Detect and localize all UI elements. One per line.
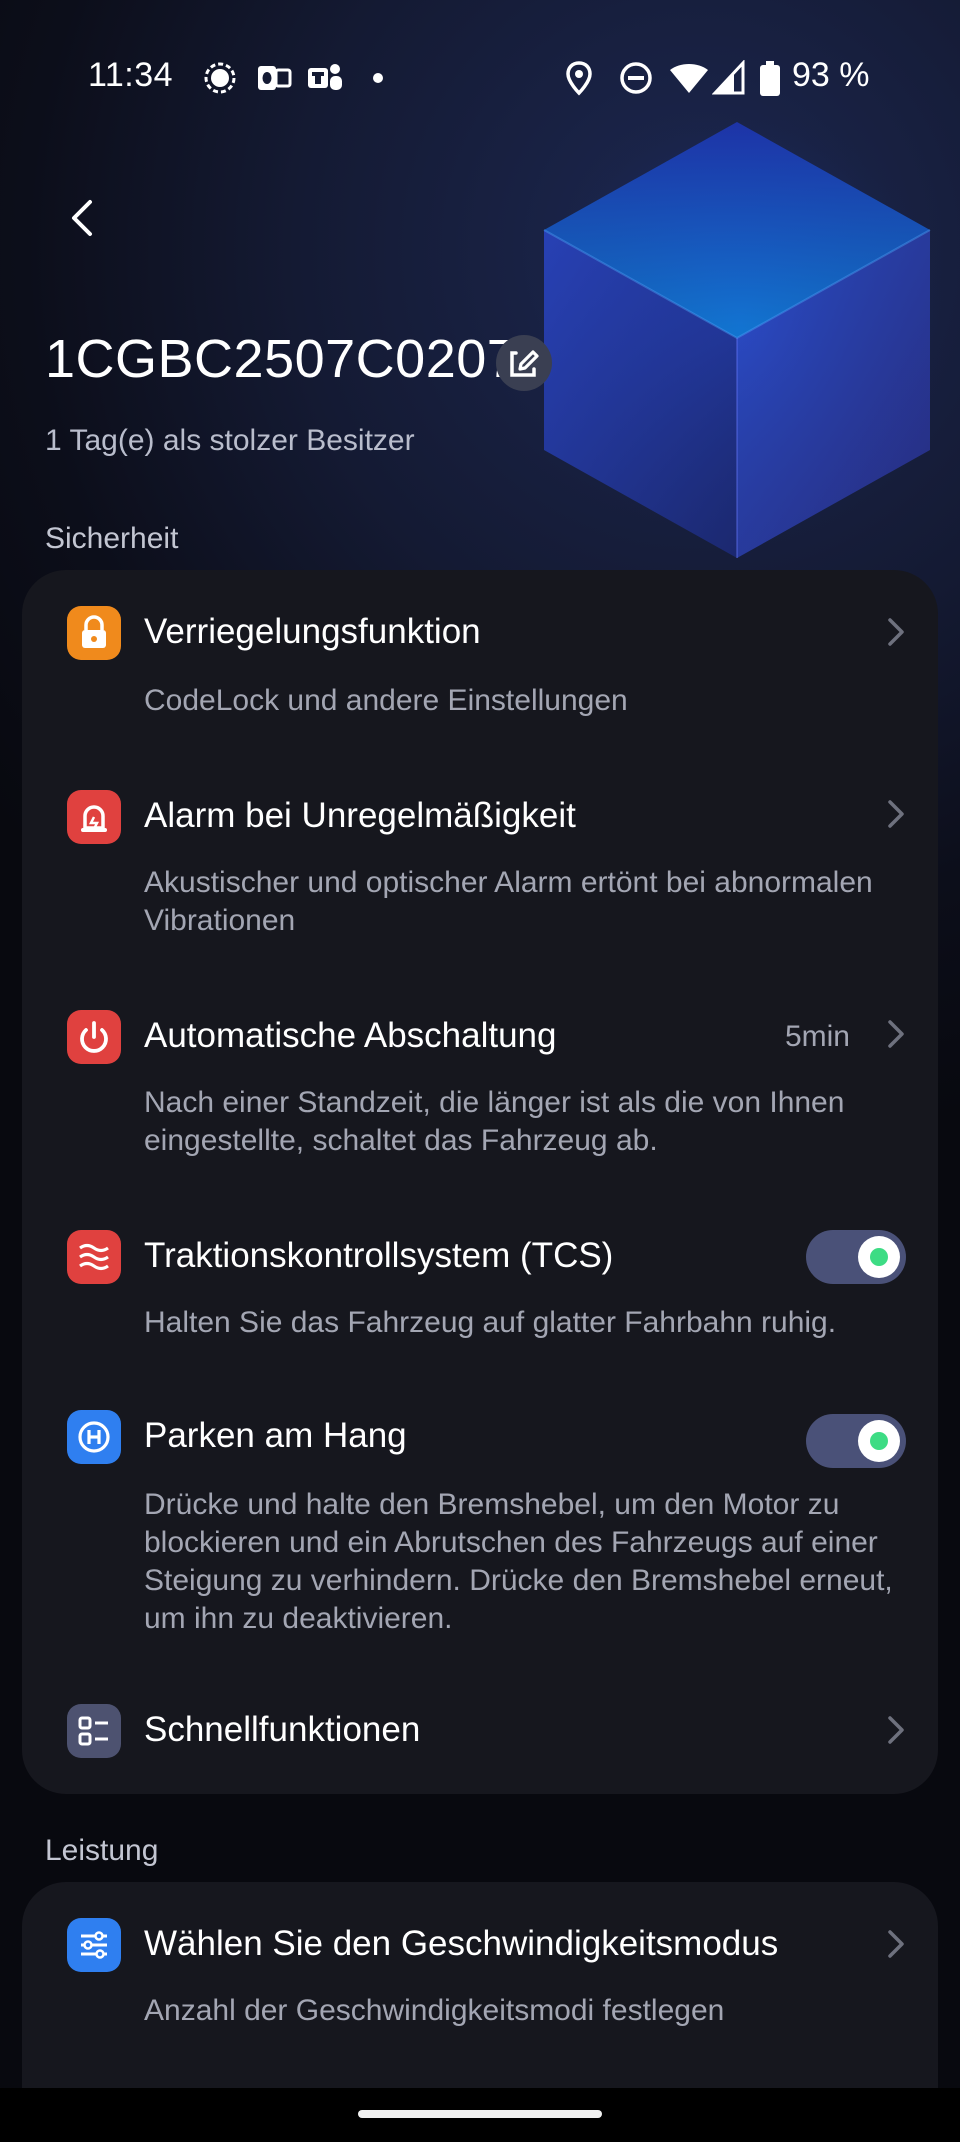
item-hill-hold: Parken am Hang Drücke und halte den Brem… xyxy=(22,1370,938,1660)
teams-icon xyxy=(308,64,342,90)
chevron-right-icon xyxy=(888,618,904,646)
toggle-knob xyxy=(858,1420,900,1462)
wifi-icon xyxy=(670,64,708,93)
do-not-disturb-icon xyxy=(620,62,652,94)
item-traction-control: Traktionskontrollsystem (TCS) Halten Sie… xyxy=(22,1190,938,1370)
cell-signal-icon xyxy=(712,60,745,95)
alarm-icon xyxy=(67,790,121,844)
lock-icon xyxy=(67,606,121,660)
device-cube-illustration xyxy=(530,120,950,570)
hill-hold-icon xyxy=(67,1410,121,1464)
chevron-right-icon xyxy=(888,1716,904,1744)
edit-icon xyxy=(510,350,539,377)
item-label: Automatische Abschaltung xyxy=(144,1016,557,1055)
item-alarm[interactable]: Alarm bei Unregelmäßigkeit Akustischer u… xyxy=(22,750,938,950)
sliders-icon xyxy=(67,1918,121,1972)
outlook-icon xyxy=(258,66,292,90)
signal-app-icon xyxy=(204,62,236,94)
item-label: Schnellfunktionen xyxy=(144,1710,421,1749)
chevron-right-icon xyxy=(888,1930,904,1958)
toggle-knob xyxy=(858,1236,900,1278)
section-label-performance: Leistung xyxy=(45,1834,159,1867)
safety-card: Verriegelungsfunktion CodeLock und ander… xyxy=(22,570,938,1794)
item-lock-function[interactable]: Verriegelungsfunktion CodeLock und ander… xyxy=(22,570,938,740)
item-label: Alarm bei Unregelmäßigkeit xyxy=(144,796,576,835)
item-auto-shutdown[interactable]: Automatische Abschaltung 5min Nach einer… xyxy=(22,970,938,1170)
chevron-right-icon xyxy=(888,800,904,828)
item-label: Wählen Sie den Geschwindigkeitsmodus xyxy=(144,1924,779,1963)
power-icon xyxy=(67,1010,121,1064)
item-description: CodeLock und andere Einstellungen xyxy=(144,684,628,717)
back-button[interactable] xyxy=(56,190,112,246)
location-icon xyxy=(566,61,592,96)
item-label: Verriegelungsfunktion xyxy=(144,612,481,651)
item-description: Akustischer und optischer Alarm ertönt b… xyxy=(144,866,873,937)
battery-icon xyxy=(760,61,780,96)
section-label-safety: Sicherheit xyxy=(45,522,179,555)
item-description: Nach einer Standzeit, die länger ist als… xyxy=(144,1086,845,1157)
item-description: Anzahl der Geschwindigkeitsmodi festlege… xyxy=(144,1994,725,2027)
home-gesture-handle[interactable] xyxy=(358,2110,602,2118)
item-label: Parken am Hang xyxy=(144,1416,407,1455)
status-time: 11:34 xyxy=(88,56,174,94)
chevron-right-icon xyxy=(888,1020,904,1048)
tcs-toggle[interactable] xyxy=(806,1230,906,1284)
device-name: 1CGBC2507C0207 xyxy=(45,329,518,389)
item-description: Drücke und halte den Bremshebel, um den … xyxy=(144,1488,893,1635)
item-quick-functions[interactable]: Schnellfunktionen xyxy=(22,1670,938,1780)
item-label: Traktionskontrollsystem (TCS) xyxy=(144,1236,614,1275)
ownership-subtitle: 1 Tag(e) als stolzer Besitzer xyxy=(45,424,415,457)
more-notifications-dot-icon xyxy=(373,73,383,83)
item-value: 5min xyxy=(784,1020,850,1053)
edit-name-button[interactable] xyxy=(496,335,552,391)
quick-functions-icon xyxy=(67,1704,121,1758)
item-description: Halten Sie das Fahrzeug auf glatter Fahr… xyxy=(144,1306,837,1339)
battery-percent: 93 % xyxy=(792,56,870,94)
hill-hold-toggle[interactable] xyxy=(806,1414,906,1468)
item-speed-mode[interactable]: Wählen Sie den Geschwindigkeitsmodus Anz… xyxy=(22,1882,938,2052)
traction-icon xyxy=(67,1230,121,1284)
